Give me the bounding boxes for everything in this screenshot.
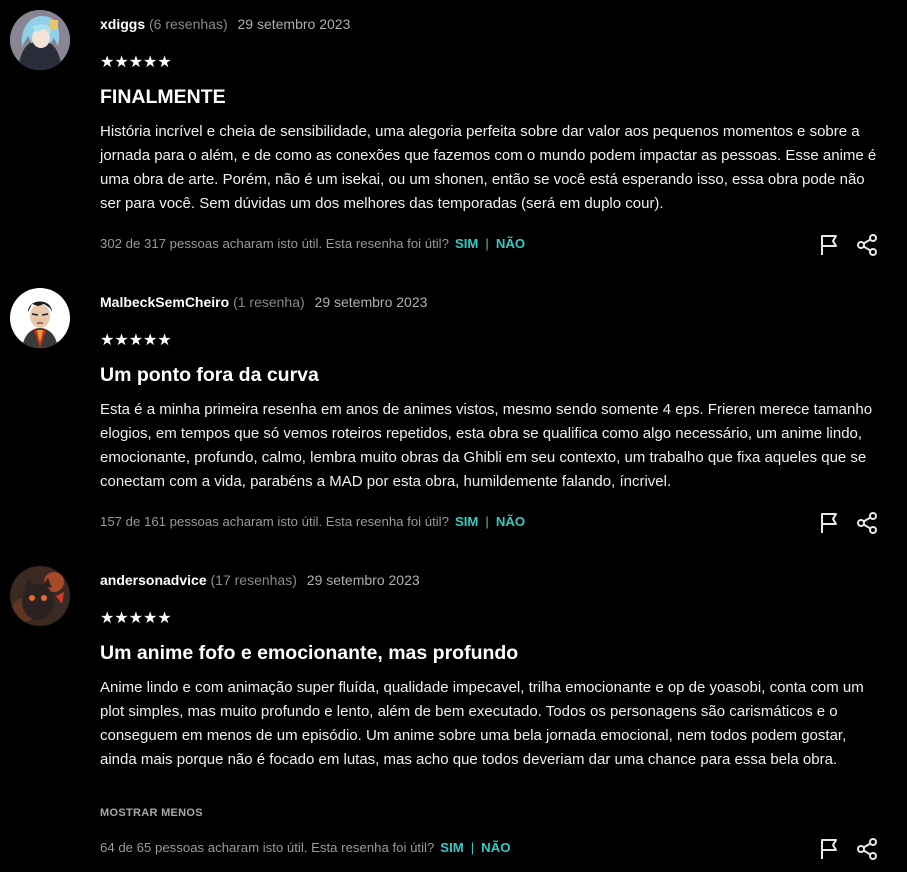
review-actions xyxy=(817,233,879,257)
vote-no-button[interactable]: NÃO xyxy=(496,236,525,251)
flag-icon[interactable] xyxy=(817,837,841,861)
share-icon[interactable] xyxy=(855,511,879,535)
review-body: História incrível e cheia de sensibilida… xyxy=(100,123,877,212)
helpful-row: 157 de 161 pessoas acharam isto útil. Es… xyxy=(100,513,525,531)
review-date: 29 setembro 2023 xyxy=(314,294,428,310)
review-meta: andersonadvice (17 resenhas) 29 setembro… xyxy=(100,571,420,589)
helpful-row: 302 de 317 pessoas acharam isto útil. Es… xyxy=(100,235,525,253)
review-count: (1 resenha) xyxy=(233,294,305,310)
review-meta: MalbeckSemCheiro (1 resenha) 29 setembro… xyxy=(100,293,427,311)
helpful-text: 64 de 65 pessoas acharam isto útil. Esta… xyxy=(100,840,435,855)
helpful-text: 157 de 161 pessoas acharam isto útil. Es… xyxy=(100,514,449,529)
flag-icon[interactable] xyxy=(817,233,841,257)
vote-yes-button[interactable]: SIM xyxy=(455,514,478,529)
avatar[interactable] xyxy=(10,288,70,348)
username[interactable]: MalbeckSemCheiro xyxy=(100,294,229,310)
flag-icon[interactable] xyxy=(817,511,841,535)
review-body: Anime lindo e com animação super fluída,… xyxy=(100,679,864,768)
vote-yes-button[interactable]: SIM xyxy=(440,840,463,855)
vote-separator: | xyxy=(470,840,475,855)
avatar[interactable] xyxy=(10,10,70,70)
review-actions xyxy=(817,511,879,535)
avatar[interactable] xyxy=(10,566,70,626)
review-title: Um anime fofo e emocionante, mas profund… xyxy=(100,642,519,664)
helpful-text: 302 de 317 pessoas acharam isto útil. Es… xyxy=(100,236,449,251)
review-count: (17 resenhas) xyxy=(210,572,297,588)
review-date: 29 setembro 2023 xyxy=(237,16,351,32)
review-title: Um ponto fora da curva xyxy=(100,364,319,386)
review-body: Esta é a minha primeira resenha em anos … xyxy=(100,401,873,490)
vote-separator: | xyxy=(485,514,489,529)
star-rating: ★★★★★ xyxy=(100,610,172,627)
review-date: 29 setembro 2023 xyxy=(306,572,420,588)
vote-separator: | xyxy=(485,236,489,251)
star-rating: ★★★★★ xyxy=(100,332,172,349)
vote-yes-button[interactable]: SIM xyxy=(455,236,478,251)
username[interactable]: andersonadvice xyxy=(100,572,207,588)
review-title: FINALMENTE xyxy=(100,86,226,108)
show-less-button[interactable]: MOSTRAR MENOS xyxy=(100,806,203,820)
review-actions xyxy=(817,837,879,861)
helpful-row: 64 de 65 pessoas acharam isto útil. Esta… xyxy=(100,839,510,857)
username[interactable]: xdiggs xyxy=(100,16,145,32)
review-meta: xdiggs (6 resenhas) 29 setembro 2023 xyxy=(100,15,350,33)
share-icon[interactable] xyxy=(855,233,879,257)
vote-no-button[interactable]: NÃO xyxy=(481,840,510,855)
share-icon[interactable] xyxy=(855,837,879,861)
vote-no-button[interactable]: NÃO xyxy=(496,514,525,529)
star-rating: ★★★★★ xyxy=(100,54,172,71)
review-count: (6 resenhas) xyxy=(149,16,228,32)
